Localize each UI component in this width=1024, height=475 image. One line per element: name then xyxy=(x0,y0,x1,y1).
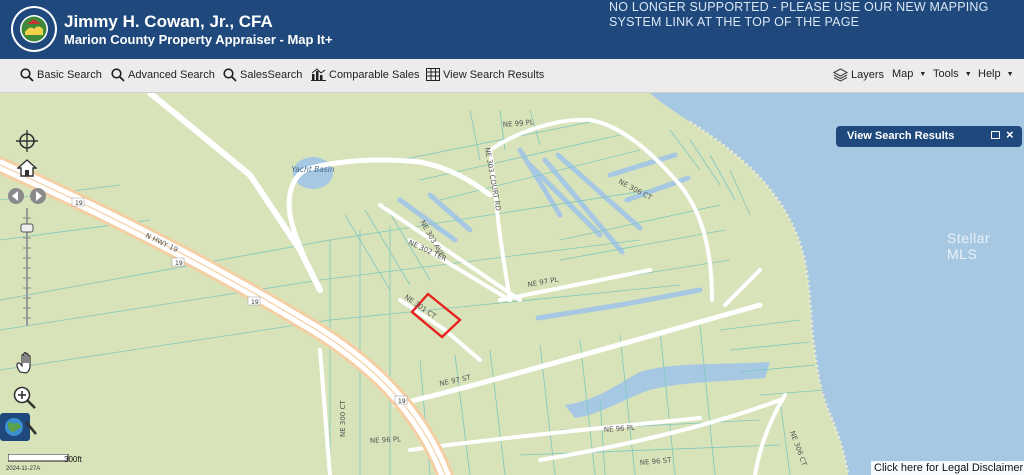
chevron-down-icon: ▼ xyxy=(919,70,927,78)
locate-crosshair-icon[interactable] xyxy=(16,130,38,152)
view-search-results-button[interactable]: View Search Results xyxy=(426,68,544,81)
basic-search-label: Basic Search xyxy=(37,69,102,81)
search-results-panel-title: View Search Results xyxy=(847,130,955,142)
label-ne-96-pl: NE 96 PL xyxy=(370,435,402,445)
label-ne-300-ct: NE 300 CT xyxy=(339,400,347,437)
map-canvas[interactable]: NE 99 PL NE 303 COURT RD NE 306 CT NE 30… xyxy=(0,93,1024,475)
sales-search-button[interactable]: SalesSearch xyxy=(223,68,302,82)
table-icon xyxy=(426,68,440,81)
maximize-icon[interactable] xyxy=(991,131,1000,139)
layers-icon xyxy=(833,68,848,82)
hwy-19-shield-3: 19 xyxy=(251,299,259,306)
layers-label: Layers xyxy=(851,69,885,81)
zoom-in-icon[interactable] xyxy=(12,385,38,409)
map-datestamp: 2024-11-27A xyxy=(6,466,41,472)
hwy-19-shield-4: 19 xyxy=(398,398,406,405)
scale-bar xyxy=(8,454,69,462)
zoom-out-icon[interactable] xyxy=(24,418,38,436)
help-menu-label: Help xyxy=(978,68,1001,80)
view-search-results-label: View Search Results xyxy=(443,68,545,81)
search-icon xyxy=(223,68,237,82)
bar-chart-icon xyxy=(311,68,326,81)
app-header: Jimmy H. Cowan, Jr., CFA Marion County P… xyxy=(0,0,1024,59)
chevron-down-icon: ▼ xyxy=(1006,70,1014,78)
sales-search-label: SalesSearch xyxy=(240,69,303,81)
scale-label: 300ft xyxy=(64,455,82,464)
advanced-search-label: Advanced Search xyxy=(128,69,215,81)
app-subtitle: Marion County Property Appraiser - Map I… xyxy=(64,32,333,47)
legal-disclaimer-link[interactable]: Click here for Legal Disclaimer xyxy=(871,461,1024,475)
pan-arrows-icon[interactable] xyxy=(6,186,48,206)
map-menu-label: Map xyxy=(892,68,914,80)
zoom-slider[interactable] xyxy=(20,208,34,326)
comparable-sales-label: Comparable Sales xyxy=(329,68,420,81)
tools-menu-label: Tools xyxy=(933,68,959,80)
layers-button[interactable]: Layers xyxy=(833,68,884,82)
tools-menu[interactable]: Tools ▼ xyxy=(933,68,972,80)
app-title: Jimmy H. Cowan, Jr., CFA xyxy=(64,12,273,31)
map-it-app: Jimmy H. Cowan, Jr., CFA Marion County P… xyxy=(0,0,1024,475)
property-appraiser-seal-icon xyxy=(11,6,57,52)
chevron-down-icon: ▼ xyxy=(964,70,972,78)
advanced-search-button[interactable]: Advanced Search xyxy=(111,68,215,82)
hwy-19-shield-2: 19 xyxy=(175,260,183,267)
search-results-panel[interactable]: View Search Results × xyxy=(836,126,1022,147)
toolbar: Basic Search Advanced Search SalesSearch… xyxy=(0,59,1024,93)
map-menu[interactable]: Map ▼ xyxy=(892,68,926,80)
pan-hand-icon[interactable] xyxy=(14,352,38,374)
label-yacht-basin: Yacht Basin xyxy=(291,165,334,174)
stellar-mls-watermark: Stellar MLS xyxy=(947,230,991,262)
deprecation-notice: NO LONGER SUPPORTED - PLEASE USE OUR NEW… xyxy=(609,0,989,29)
map-layer[interactable]: NE 99 PL NE 303 COURT RD NE 306 CT NE 30… xyxy=(0,93,1024,475)
help-menu[interactable]: Help ▼ xyxy=(978,68,1014,80)
close-icon[interactable]: × xyxy=(1006,127,1014,142)
comparable-sales-button[interactable]: Comparable Sales xyxy=(311,68,420,81)
hwy-19-shield-1: 19 xyxy=(75,200,83,207)
search-icon xyxy=(111,68,125,82)
search-icon xyxy=(20,68,34,82)
home-icon[interactable] xyxy=(17,159,37,177)
basic-search-button[interactable]: Basic Search xyxy=(20,68,102,82)
